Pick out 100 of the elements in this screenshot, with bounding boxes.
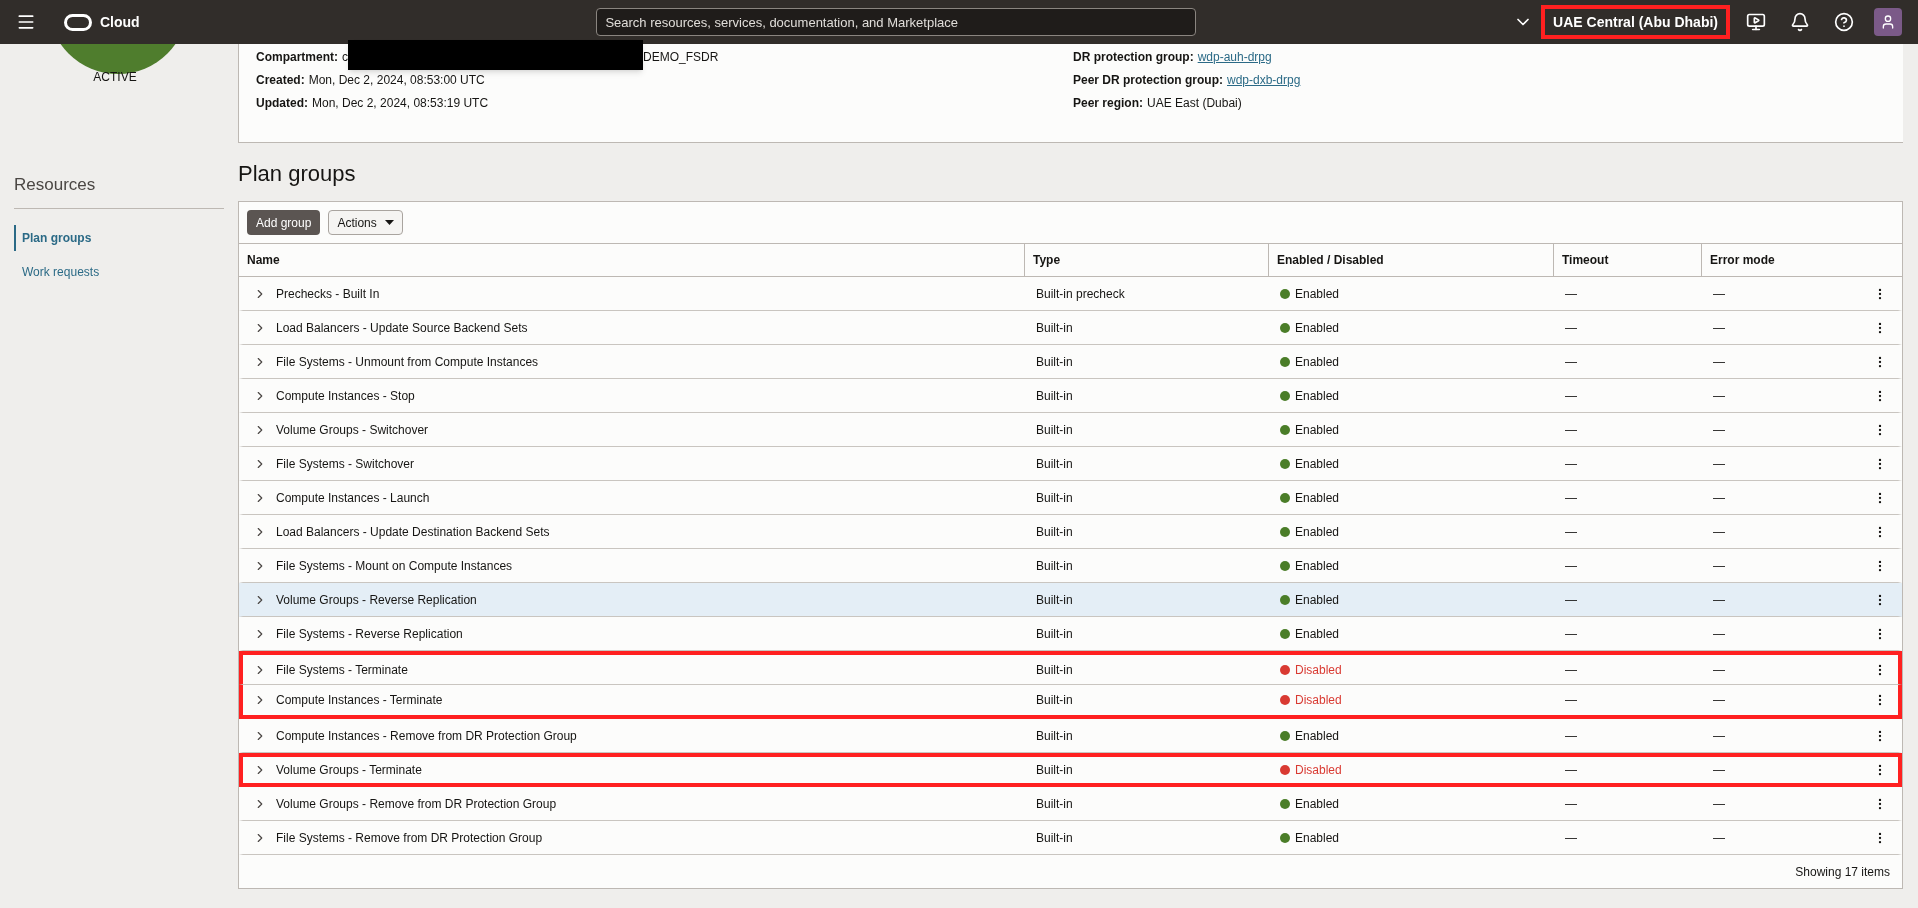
column-header: Enabled / Disabled (1268, 244, 1553, 276)
table-cell-text: — (1565, 353, 1577, 371)
table-cell-text: File Systems - Terminate (276, 661, 408, 679)
table-cell-text: Enabled (1295, 489, 1340, 507)
detail-label: Compartment: (256, 49, 338, 66)
table-cell-text: — (1565, 762, 1577, 779)
table-cell-text: File Systems - Remove from DR Protection Group (276, 829, 543, 847)
table-cell-text: File Systems - Unmount from Compute Instances (276, 353, 539, 371)
sidebar-link[interactable]: Work requests (14, 258, 224, 285)
column-header: Timeout (1553, 244, 1701, 276)
table-cell-text: — (1565, 625, 1577, 643)
table-cell-text: Volume Groups - Terminate (276, 762, 422, 779)
table-cell-text: — (1713, 591, 1725, 609)
search-field[interactable]: Search resources, services, documentation, and Marketplace (596, 8, 1197, 36)
table-cell-text: — (1565, 319, 1577, 337)
table-cell-text: Enabled (1295, 795, 1340, 813)
table-cell-text: — (1713, 625, 1725, 643)
detail-label: DR protection group: (1073, 49, 1194, 66)
table-cell-text: File Systems - Reverse Replication (276, 625, 463, 643)
table-cell-text: — (1713, 692, 1725, 709)
monitor-icon[interactable] (1746, 12, 1766, 32)
item-count: Showing 17 items (1795, 863, 1890, 881)
table-cell-text: Built-in (1036, 692, 1073, 709)
table-cell-text: Built-in (1036, 762, 1073, 779)
table-cell-text: Disabled (1295, 692, 1342, 709)
detail-value: c (342, 49, 348, 66)
table-cell-text: Enabled (1295, 727, 1340, 745)
table-cell-text: Enabled (1295, 319, 1340, 337)
caret-icon (384, 220, 394, 225)
detail-value: Mon, Dec 2, 2024, 08:53:00 UTC (308, 72, 485, 89)
table-cell-text: Compute Instances - Remove from DR Protection Group (276, 727, 577, 745)
table-cell-text: — (1565, 285, 1577, 303)
table-cell-text: — (1713, 489, 1725, 507)
table-cell-text: Built-in (1036, 523, 1073, 541)
table-cell-text: Enabled (1295, 591, 1340, 609)
table-cell-text: — (1565, 661, 1577, 679)
brand-name: Cloud (100, 12, 140, 32)
table-cell-text: — (1565, 557, 1577, 575)
table-cell-text: — (1713, 421, 1725, 439)
help-icon[interactable] (1834, 12, 1854, 32)
table-row[interactable]: Compute Instances - Terminate Built-in Disabled — — (239, 685, 1902, 719)
table-cell-text: Enabled (1295, 829, 1340, 847)
detail-label: Peer region: (1073, 95, 1144, 112)
table-cell-text: Volume Groups - Reverse Replication (276, 591, 477, 609)
table-cell-text: Compute Instances - Launch (276, 489, 430, 507)
table-cell-text: Load Balancers - Update Source Backend Sets (276, 319, 528, 337)
table-cell-text: Enabled (1295, 387, 1340, 405)
table-cell-text: — (1565, 829, 1577, 847)
table-cell-text: — (1713, 727, 1725, 745)
table-cell-text: — (1565, 387, 1577, 405)
table-cell-text: Built-in (1036, 489, 1073, 507)
table-row[interactable]: Volume Groups - Terminate Built-in Disabled — — (239, 753, 1902, 787)
table-cell-text: — (1713, 762, 1725, 779)
page-heading: Plan groups (238, 160, 357, 188)
detail-link[interactable]: wdp-auh-drpg (1197, 48, 1272, 66)
detail-value: UAE East (Dubai) (1147, 95, 1242, 112)
region-selector[interactable]: UAE Central (Abu Dhabi) (1541, 5, 1730, 39)
table-cell-text: Built-in (1036, 387, 1073, 405)
sidebar-link[interactable]: Plan groups (14, 224, 224, 251)
table-cell-text: Volume Groups - Switchover (276, 421, 429, 439)
table-cell-text: — (1565, 489, 1577, 507)
sidebar-title: Resources (14, 172, 224, 209)
table-cell-text: — (1565, 692, 1577, 709)
table-cell-text: — (1713, 285, 1725, 303)
table-cell-text: Enabled (1295, 285, 1340, 303)
notification-icon[interactable] (1790, 12, 1810, 32)
table-cell-text: Load Balancers - Update Destination Backend Sets (276, 523, 550, 541)
table-cell-text: Built-in (1036, 727, 1073, 745)
detail-link[interactable]: wdp-dxb-drpg (1227, 71, 1301, 89)
add-group-button[interactable]: Add group (247, 210, 321, 235)
table-cell-text: Prechecks - Built In (276, 285, 380, 303)
actions-menu-button[interactable]: Actions (328, 210, 403, 235)
avatar[interactable] (1874, 8, 1902, 36)
table-cell-text: Built-in (1036, 591, 1073, 609)
column-header: Name (246, 252, 281, 269)
table-cell-text: Built-in (1036, 353, 1073, 371)
table-cell-text: — (1565, 591, 1577, 609)
table-cell-text: Disabled (1295, 661, 1342, 679)
table-cell-text: Built-in (1036, 795, 1073, 813)
table-cell-text: Enabled (1295, 625, 1340, 643)
table-cell-text: — (1565, 795, 1577, 813)
table-cell-text: Compute Instances - Terminate (276, 692, 443, 709)
table-cell-text: Enabled (1295, 523, 1340, 541)
table-row[interactable]: Volume Groups - Reverse Replication Built-in Enabled — — (239, 583, 1902, 617)
table-cell-text: Built-in (1036, 661, 1073, 679)
menu-icon[interactable] (16, 12, 36, 32)
table-cell-text: Built-in (1036, 625, 1073, 643)
table-cell-text: — (1713, 455, 1725, 473)
table-cell-text: Enabled (1295, 455, 1340, 473)
table-cell-text: — (1713, 829, 1725, 847)
table-cell-text: Built-in precheck (1036, 285, 1125, 303)
table-cell-text: — (1565, 727, 1577, 745)
table-cell-text: Built-in (1036, 421, 1073, 439)
table-row[interactable]: File Systems - Terminate Built-in Disabled — — (239, 651, 1902, 685)
table-cell-text: — (1713, 795, 1725, 813)
detail-label: Created: (256, 72, 305, 89)
table-cell-text: Enabled (1295, 353, 1340, 371)
detail-label: Updated: (256, 95, 308, 112)
detail-value: Mon, Dec 2, 2024, 08:53:19 UTC (312, 95, 489, 112)
table-cell-text: File Systems - Switchover (276, 455, 415, 473)
